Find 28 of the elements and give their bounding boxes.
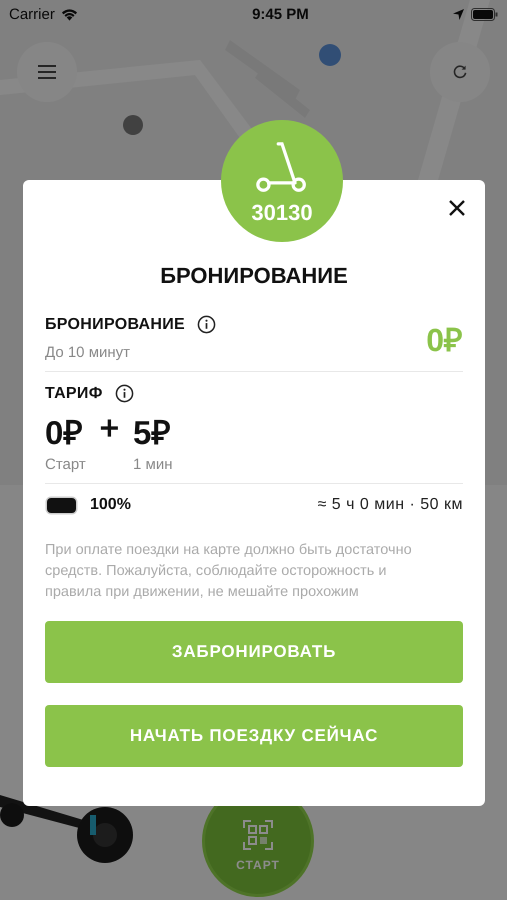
info-icon[interactable] — [114, 384, 134, 403]
battery-icon — [470, 8, 498, 20]
booking-duration: До 10 минут — [45, 344, 132, 361]
battery-gauge — [47, 498, 76, 512]
minute-price-label: 1 мин — [133, 456, 173, 473]
range-estimate: ≈ 5 ч 0 мин · 50 км — [318, 496, 463, 514]
dialog-title: БРОНИРОВАНИЕ — [159, 263, 349, 289]
carrier-label: Carrier — [9, 6, 55, 22]
tariff-label: ТАРИФ — [45, 384, 103, 402]
scooter-number: 30130 — [251, 200, 313, 226]
menu-icon — [38, 64, 56, 80]
time-label: 9:45 PM — [251, 6, 309, 22]
booking-price: 0₽ — [426, 320, 463, 360]
reserve-button[interactable]: ЗАБРОНИРОВАТЬ — [45, 621, 463, 683]
refresh-icon — [451, 64, 469, 80]
location-arrow-icon — [452, 8, 464, 20]
start-price-label: Старт — [45, 456, 86, 473]
info-icon[interactable] — [197, 315, 216, 334]
disclaimer-text: При оплате поездки на карте должно быть достаточно средств. Пожалуйста, соблюдайте осторожность и правила при движении, не мешайте прохожим — [45, 541, 413, 602]
wifi-icon — [60, 8, 78, 20]
minute-price: 5₽ — [133, 413, 172, 453]
start-ride-button[interactable]: НАЧАТЬ ПОЕЗДКУ СЕЙЧАС — [45, 705, 463, 767]
plus-sign: + — [100, 409, 120, 448]
battery-percent: 100% — [90, 496, 131, 514]
qr-scan-icon — [243, 820, 273, 850]
start-price: 0₽ — [45, 413, 84, 453]
booking-label: БРОНИРОВАНИЕ — [45, 316, 186, 334]
close-icon — [449, 200, 465, 216]
